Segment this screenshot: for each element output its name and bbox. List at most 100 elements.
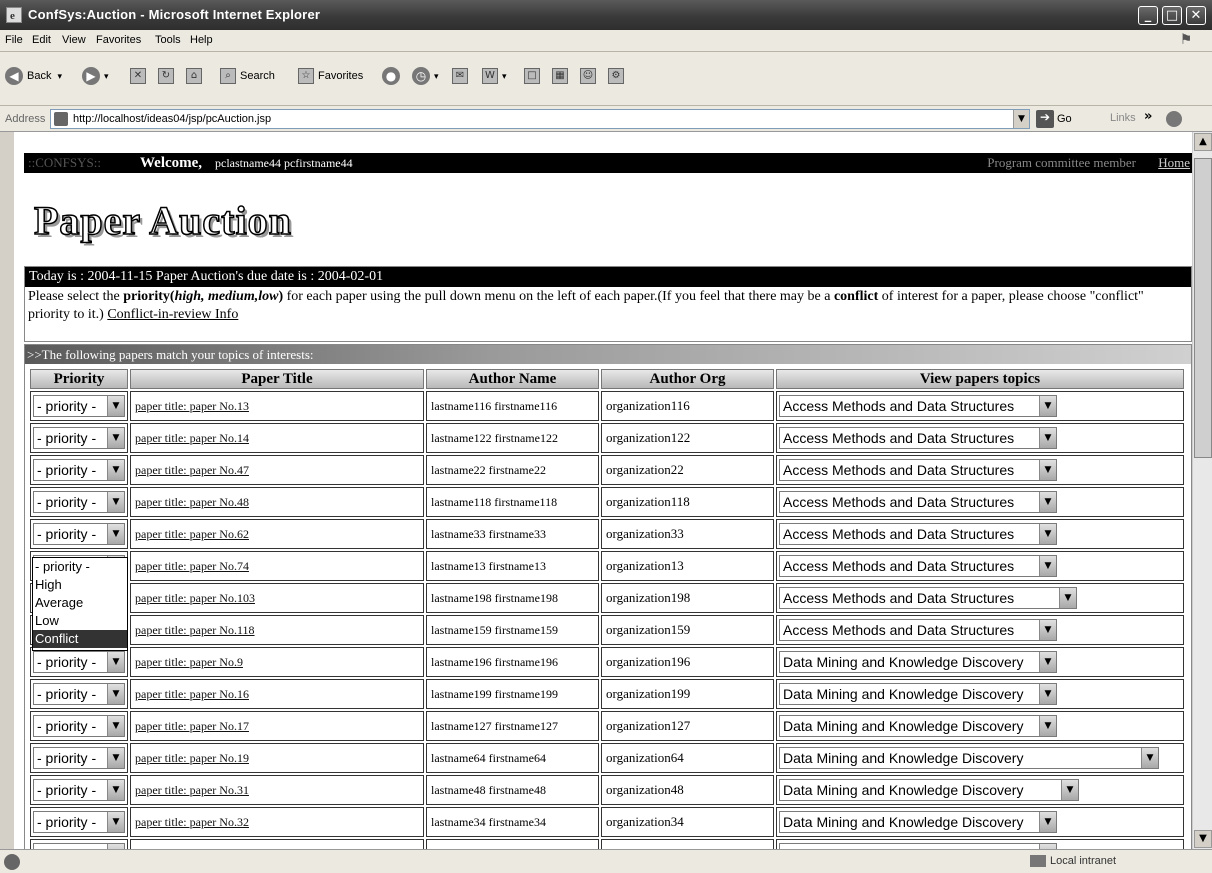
paper-title-link[interactable]: paper title: paper No.103 xyxy=(135,591,255,605)
paper-title-link[interactable]: paper title: paper No.16 xyxy=(135,687,249,701)
priority-select[interactable]: - priority - ▼ xyxy=(33,427,125,449)
chevron-down-icon[interactable]: ▼ xyxy=(1059,588,1076,608)
priority-select[interactable]: - priority - ▼ xyxy=(33,491,125,513)
priority-select[interactable]: - priority - ▼ xyxy=(33,811,125,833)
chevron-down-icon[interactable]: ▼ xyxy=(107,492,124,512)
topics-select[interactable]: Access Methods and Data Structures ▼ xyxy=(779,395,1057,417)
topics-select[interactable]: Access Methods and Data Structures ▼ xyxy=(779,619,1057,641)
paper-title-link[interactable]: paper title: paper No.74 xyxy=(135,559,249,573)
minimize-button[interactable]: _ xyxy=(1138,6,1158,25)
topics-select[interactable]: Data Mining and Knowledge Discovery ▼ xyxy=(779,811,1057,833)
chevron-down-icon[interactable]: ▼ xyxy=(107,428,124,448)
topics-select[interactable]: Data Mining and Knowledge Discovery ▼ xyxy=(779,747,1159,769)
chevron-down-icon[interactable]: ▼ xyxy=(107,524,124,544)
menu-help[interactable]: Help xyxy=(190,34,213,46)
topics-select[interactable]: Access Methods and Data Structures ▼ xyxy=(779,459,1057,481)
home-button[interactable]: ⌂ xyxy=(186,64,206,88)
discuss-button[interactable]: □ xyxy=(524,64,544,88)
chevron-down-icon[interactable]: ▼ xyxy=(107,812,124,832)
media-button[interactable]: ● xyxy=(382,64,404,88)
chevron-down-icon[interactable]: ▼ xyxy=(1039,620,1056,640)
chevron-down-icon[interactable]: ▼ xyxy=(107,748,124,768)
paper-title-link[interactable]: paper title: paper No.48 xyxy=(135,495,249,509)
history-dropdown-icon[interactable]: ▾ xyxy=(434,71,439,82)
tool-button[interactable]: ⚙ xyxy=(608,64,628,88)
paper-title-link[interactable]: paper title: paper No.19 xyxy=(135,751,249,765)
paper-title-link[interactable]: paper title: paper No.17 xyxy=(135,719,249,733)
chevron-down-icon[interactable]: ▼ xyxy=(1039,492,1056,512)
stop-button[interactable]: ✕ xyxy=(130,64,150,88)
topics-select[interactable]: Data Mining and Knowledge Discovery ▼ xyxy=(779,683,1057,705)
dropdown-option[interactable]: Average xyxy=(33,594,127,612)
edit-dropdown-icon[interactable]: ▾ xyxy=(502,71,507,82)
address-input[interactable]: http://localhost/ideas04/jsp/pcAuction.j… xyxy=(50,109,1030,129)
mail-button[interactable]: ✉ xyxy=(452,64,472,88)
paper-title-link[interactable]: paper title: paper No.47 xyxy=(135,463,249,477)
paper-title-link[interactable]: paper title: paper No.13 xyxy=(135,399,249,413)
priority-select[interactable]: - priority - ▼ xyxy=(33,747,125,769)
chevron-down-icon[interactable]: ▼ xyxy=(1039,428,1056,448)
chevron-down-icon[interactable]: ▼ xyxy=(107,780,124,800)
dropdown-option-highlighted[interactable]: Conflict xyxy=(33,630,127,648)
priority-select[interactable]: - priority - ▼ xyxy=(33,779,125,801)
close-button[interactable]: ✕ xyxy=(1186,6,1206,25)
paper-title-link[interactable]: paper title: paper No.9 xyxy=(135,655,243,669)
scroll-up-icon[interactable]: ▲ xyxy=(1194,133,1212,151)
priority-select[interactable]: - priority - ▼ xyxy=(33,395,125,417)
conflict-in-review-link[interactable]: Conflict-in-review Info xyxy=(107,307,238,322)
back-button[interactable]: ◀ Back ▾ xyxy=(5,64,62,88)
chevron-down-icon[interactable]: ▼ xyxy=(1039,524,1056,544)
chevron-down-icon[interactable]: ▼ xyxy=(1039,396,1056,416)
priority-select[interactable]: - priority - ▼ xyxy=(33,715,125,737)
menu-view[interactable]: View xyxy=(62,34,86,46)
chevron-down-icon[interactable]: ▼ xyxy=(107,460,124,480)
forward-dropdown-icon[interactable]: ▾ xyxy=(104,71,109,82)
refresh-button[interactable]: ↻ xyxy=(158,64,178,88)
topics-select[interactable]: Access Methods and Data Structures ▼ xyxy=(779,555,1057,577)
paper-title-link[interactable]: paper title: paper No.32 xyxy=(135,815,249,829)
go-button[interactable]: ➔ Go xyxy=(1036,110,1072,128)
paper-title-link[interactable]: paper title: paper No.62 xyxy=(135,527,249,541)
forward-button[interactable]: ▶ ▾ xyxy=(82,64,109,88)
topics-select[interactable]: Access Methods and Data Structures ▼ xyxy=(779,427,1057,449)
topics-select[interactable]: Access Methods and Data Structures ▼ xyxy=(779,523,1057,545)
links-button[interactable]: Links xyxy=(1110,112,1136,124)
chevron-down-icon[interactable]: ▼ xyxy=(107,396,124,416)
dropdown-option[interactable]: - priority - xyxy=(33,558,127,576)
chevron-down-icon[interactable]: ▼ xyxy=(1039,812,1056,832)
chevron-down-icon[interactable]: ▼ xyxy=(107,652,124,672)
priority-select[interactable]: - priority - ▼ xyxy=(33,523,125,545)
topics-select[interactable]: Access Methods and Data Structures ▼ xyxy=(779,587,1077,609)
messenger-button[interactable]: ☺ xyxy=(580,64,600,88)
menu-favorites[interactable]: Favorites xyxy=(96,34,141,46)
priority-select[interactable]: - priority - ▼ xyxy=(33,459,125,481)
favorites-button[interactable]: ☆ Favorites xyxy=(298,64,363,88)
address-dropdown-icon[interactable]: ▼ xyxy=(1013,110,1029,128)
chevron-down-icon[interactable]: ▼ xyxy=(1039,652,1056,672)
dropdown-option[interactable]: Low xyxy=(33,612,127,630)
priority-select[interactable]: - priority - ▼ xyxy=(33,651,125,673)
topics-select[interactable]: Access Methods and Data Structures ▼ xyxy=(779,491,1057,513)
vertical-scrollbar[interactable]: ▲ ▼ xyxy=(1192,132,1212,849)
chevron-down-icon[interactable]: ▼ xyxy=(1061,780,1078,800)
priority-dropdown-list[interactable]: - priority - High Average Low Conflict xyxy=(32,557,128,651)
paper-title-link[interactable]: paper title: paper No.14 xyxy=(135,431,249,445)
chevron-down-icon[interactable]: ▼ xyxy=(1141,748,1158,768)
history-button[interactable]: ◷ ▾ xyxy=(412,64,439,88)
menu-tools[interactable]: Tools xyxy=(155,34,181,46)
links-menu-icon[interactable] xyxy=(1166,111,1182,127)
search-button[interactable]: ⌕ Search xyxy=(220,64,275,88)
topics-select[interactable]: Data Mining and Knowledge Discovery ▼ xyxy=(779,779,1079,801)
word-button[interactable]: W ▾ xyxy=(482,64,507,88)
back-dropdown-icon[interactable]: ▾ xyxy=(57,71,62,82)
chevron-down-icon[interactable]: ▼ xyxy=(1039,460,1056,480)
chevron-down-icon[interactable]: ▼ xyxy=(1039,684,1056,704)
chevron-down-icon[interactable]: ▼ xyxy=(107,684,124,704)
priority-select[interactable]: - priority - ▼ xyxy=(33,683,125,705)
research-button[interactable]: ▦ xyxy=(552,64,572,88)
scroll-thumb[interactable] xyxy=(1194,158,1212,458)
maximize-button[interactable]: □ xyxy=(1162,6,1182,25)
home-link[interactable]: Home xyxy=(1158,153,1190,173)
paper-title-link[interactable]: paper title: paper No.118 xyxy=(135,623,255,637)
scroll-down-icon[interactable]: ▼ xyxy=(1194,830,1212,848)
